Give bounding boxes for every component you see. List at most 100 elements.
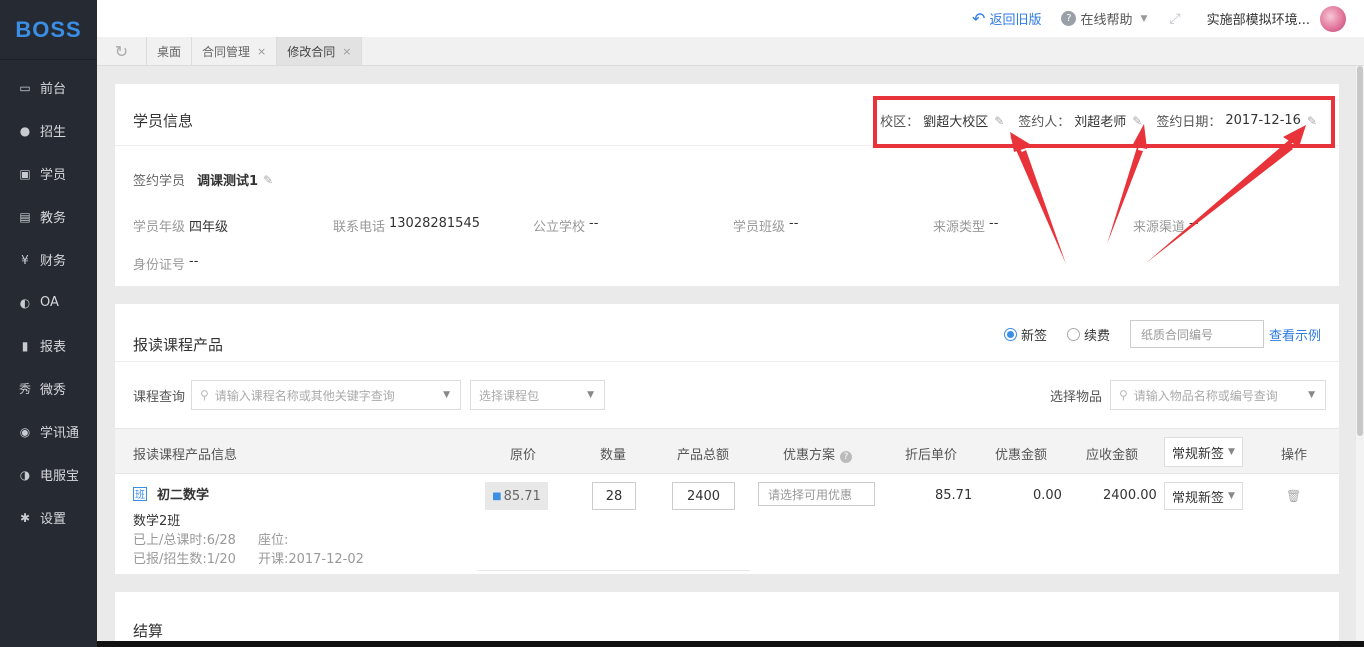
class-name: 数学2班 (133, 514, 181, 529)
help-icon[interactable]: ? (840, 451, 853, 463)
sidebar-item-finance[interactable]: ¥ 财务 (0, 238, 97, 281)
tab-desktop[interactable]: 桌面 (147, 37, 193, 65)
calendar-icon: ▭ (19, 80, 31, 95)
info-source-type: 来源类型 -- (933, 216, 1133, 254)
sidebar-item-oa[interactable]: ◐ OA (0, 281, 97, 324)
page-scrollbar[interactable] (1356, 66, 1364, 647)
edit-student-icon[interactable]: ✎ (263, 173, 273, 187)
signed-student-row: 签约学员 调课测试1 ✎ (133, 170, 273, 190)
goods-search-select[interactable]: ⚲ 请输入物品名称或编号查询 ▼ (1110, 380, 1326, 410)
sidebar-item-academic[interactable]: ▤ 教务 (0, 195, 97, 238)
view-example-link[interactable]: 查看示例 (1269, 325, 1321, 344)
total-input[interactable]: 2400 (672, 482, 735, 510)
sidebar-item-students[interactable]: ▣ 学员 (0, 152, 97, 195)
col-course-info: 报读课程产品信息 (133, 448, 238, 463)
col-price: 原价 (510, 448, 537, 463)
field-value: 四年级 (189, 220, 229, 235)
type-select-label: 常规新签 (1172, 490, 1225, 506)
col-qty: 数量 (600, 448, 627, 463)
close-icon[interactable]: × (257, 45, 266, 58)
row-type-select[interactable]: 常规新签 ▼ (1164, 482, 1243, 510)
sidebar-item-label: 设置 (40, 512, 67, 527)
yen-icon: ¥ (21, 252, 29, 267)
tab-label: 修改合同 (287, 44, 336, 59)
field-label: 联系电话 (333, 220, 386, 235)
chevron-down-icon: ▼ (587, 390, 594, 400)
gear-icon: ✱ (19, 510, 31, 525)
search-icon: ⚲ (200, 388, 209, 402)
scrollbar-thumb[interactable] (1357, 66, 1363, 436)
col-discount-label: 优惠方案 (783, 448, 836, 463)
sidebar-item-frontdesk[interactable]: ▭ 前台 (0, 66, 97, 109)
student-info-title: 学员信息 (133, 112, 194, 130)
tab-contract-management[interactable]: 合同管理 × (192, 37, 278, 65)
sidebar-item-weixiu[interactable]: 秀 微秀 (0, 367, 97, 410)
sidebar-item-recruit[interactable]: ● 招生 (0, 109, 97, 152)
boss-logo[interactable]: BOSS (0, 0, 97, 60)
field-value: -- (989, 216, 999, 231)
tab-label: 合同管理 (202, 44, 251, 59)
undo-icon: ↶ (972, 9, 986, 28)
goods-label: 选择物品 (1050, 390, 1103, 405)
online-help-dropdown[interactable]: ? 在线帮助 ▼ (1061, 9, 1147, 28)
radio-new-sign[interactable]: 新签 (1003, 325, 1047, 344)
weixiu-icon: 秀 (18, 382, 31, 396)
info-phone: 联系电话 13028281545 (333, 216, 533, 254)
refresh-icon[interactable]: ↻ (97, 37, 147, 65)
info-id-number: 身份证号 -- (133, 254, 337, 292)
trash-icon[interactable]: 🗑 (1286, 489, 1301, 503)
sidebar-item-label: 电服宝 (40, 469, 80, 484)
discount-select[interactable]: 请选择可用优惠 (758, 482, 875, 506)
radio-renew[interactable]: 续费 (1066, 325, 1110, 344)
col-action: 操作 (1281, 448, 1308, 463)
chevron-down-icon: ▼ (1228, 447, 1235, 457)
info-row: 身份证号 -- (133, 254, 1333, 292)
chevron-down-icon: ▼ (1308, 390, 1315, 400)
field-label: 学员班级 (733, 220, 786, 235)
course-search-select[interactable]: ⚲ 请输入课程名称或其他关键字查询 ▼ (191, 380, 461, 410)
sidebar-item-xuexuntong[interactable]: ◉ 学讯通 (0, 410, 97, 453)
sidebar-item-label: 学员 (40, 168, 67, 183)
chat-icon: ◐ (19, 295, 31, 310)
sidebar: BOSS ▭ 前台 ● 招生 ▣ 学员 ▤ 教务 ¥ 财务 ◐ OA ▮ 报表 … (0, 0, 97, 647)
quantity-input[interactable]: 28 (592, 482, 636, 510)
course-products-title: 报读课程产品 (133, 336, 224, 354)
paper-contract-number-input[interactable]: 纸质合同编号 (1129, 320, 1264, 348)
course-enrolled: 已报/招生数:1/20 (133, 552, 236, 567)
back-to-old-version-link[interactable]: ↶ 返回旧版 (972, 9, 1041, 28)
close-icon[interactable]: × (342, 45, 351, 58)
annotation-highlight-box (873, 96, 1335, 148)
radio-checked[interactable] (1003, 327, 1017, 341)
contract-type-options: 新签 续费 纸质合同编号 查看示例 (1003, 320, 1321, 348)
col-discount-amount: 优惠金额 (995, 448, 1048, 463)
user-name[interactable]: 实施部模拟环境... (1207, 9, 1310, 28)
tab-edit-contract[interactable]: 修改合同 × (277, 37, 363, 65)
signed-student-label: 签约学员 (133, 174, 186, 189)
bulk-type-select[interactable]: 常规新签 ▼ (1164, 437, 1243, 467)
sidebar-item-settings[interactable]: ✱ 设置 (0, 496, 97, 539)
avatar[interactable] (1320, 5, 1346, 32)
bottom-taskbar (97, 641, 1364, 647)
settlement-title: 结算 (133, 622, 164, 640)
course-seat: 座位: (257, 533, 289, 548)
sidebar-item-reports[interactable]: ▮ 报表 (0, 324, 97, 367)
field-label: 来源类型 (933, 220, 986, 235)
help-label: 在线帮助 (1080, 13, 1133, 28)
book-icon: ▤ (19, 209, 31, 224)
sidebar-item-label: 教务 (40, 211, 67, 226)
price-value: 85.71 (503, 488, 541, 504)
course-name-text: 初二数学 (157, 488, 210, 503)
sidebar-item-label: 学讯通 (40, 426, 80, 441)
col-total: 产品总额 (677, 448, 730, 463)
student-name: 调课测试1 (197, 174, 259, 189)
col-receivable: 应收金额 (1086, 448, 1139, 463)
top-bar: ↶ 返回旧版 ? 在线帮助 ▼ ⤢ 实施部模拟环境... (97, 0, 1364, 37)
fullscreen-icon[interactable]: ⤢ (1169, 11, 1180, 27)
sidebar-item-dianfubao[interactable]: ◑ 电服宝 (0, 453, 97, 496)
phone-icon: ◑ (19, 467, 31, 482)
search-icon: ⚲ (1119, 388, 1128, 402)
radio-unchecked[interactable] (1066, 327, 1080, 341)
course-package-select[interactable]: 选择课程包 ▼ (470, 380, 605, 410)
tabs-bar: ↻ 桌面 合同管理 × 修改合同 × (97, 37, 1364, 66)
info-public-school: 公立学校 -- (533, 216, 733, 254)
